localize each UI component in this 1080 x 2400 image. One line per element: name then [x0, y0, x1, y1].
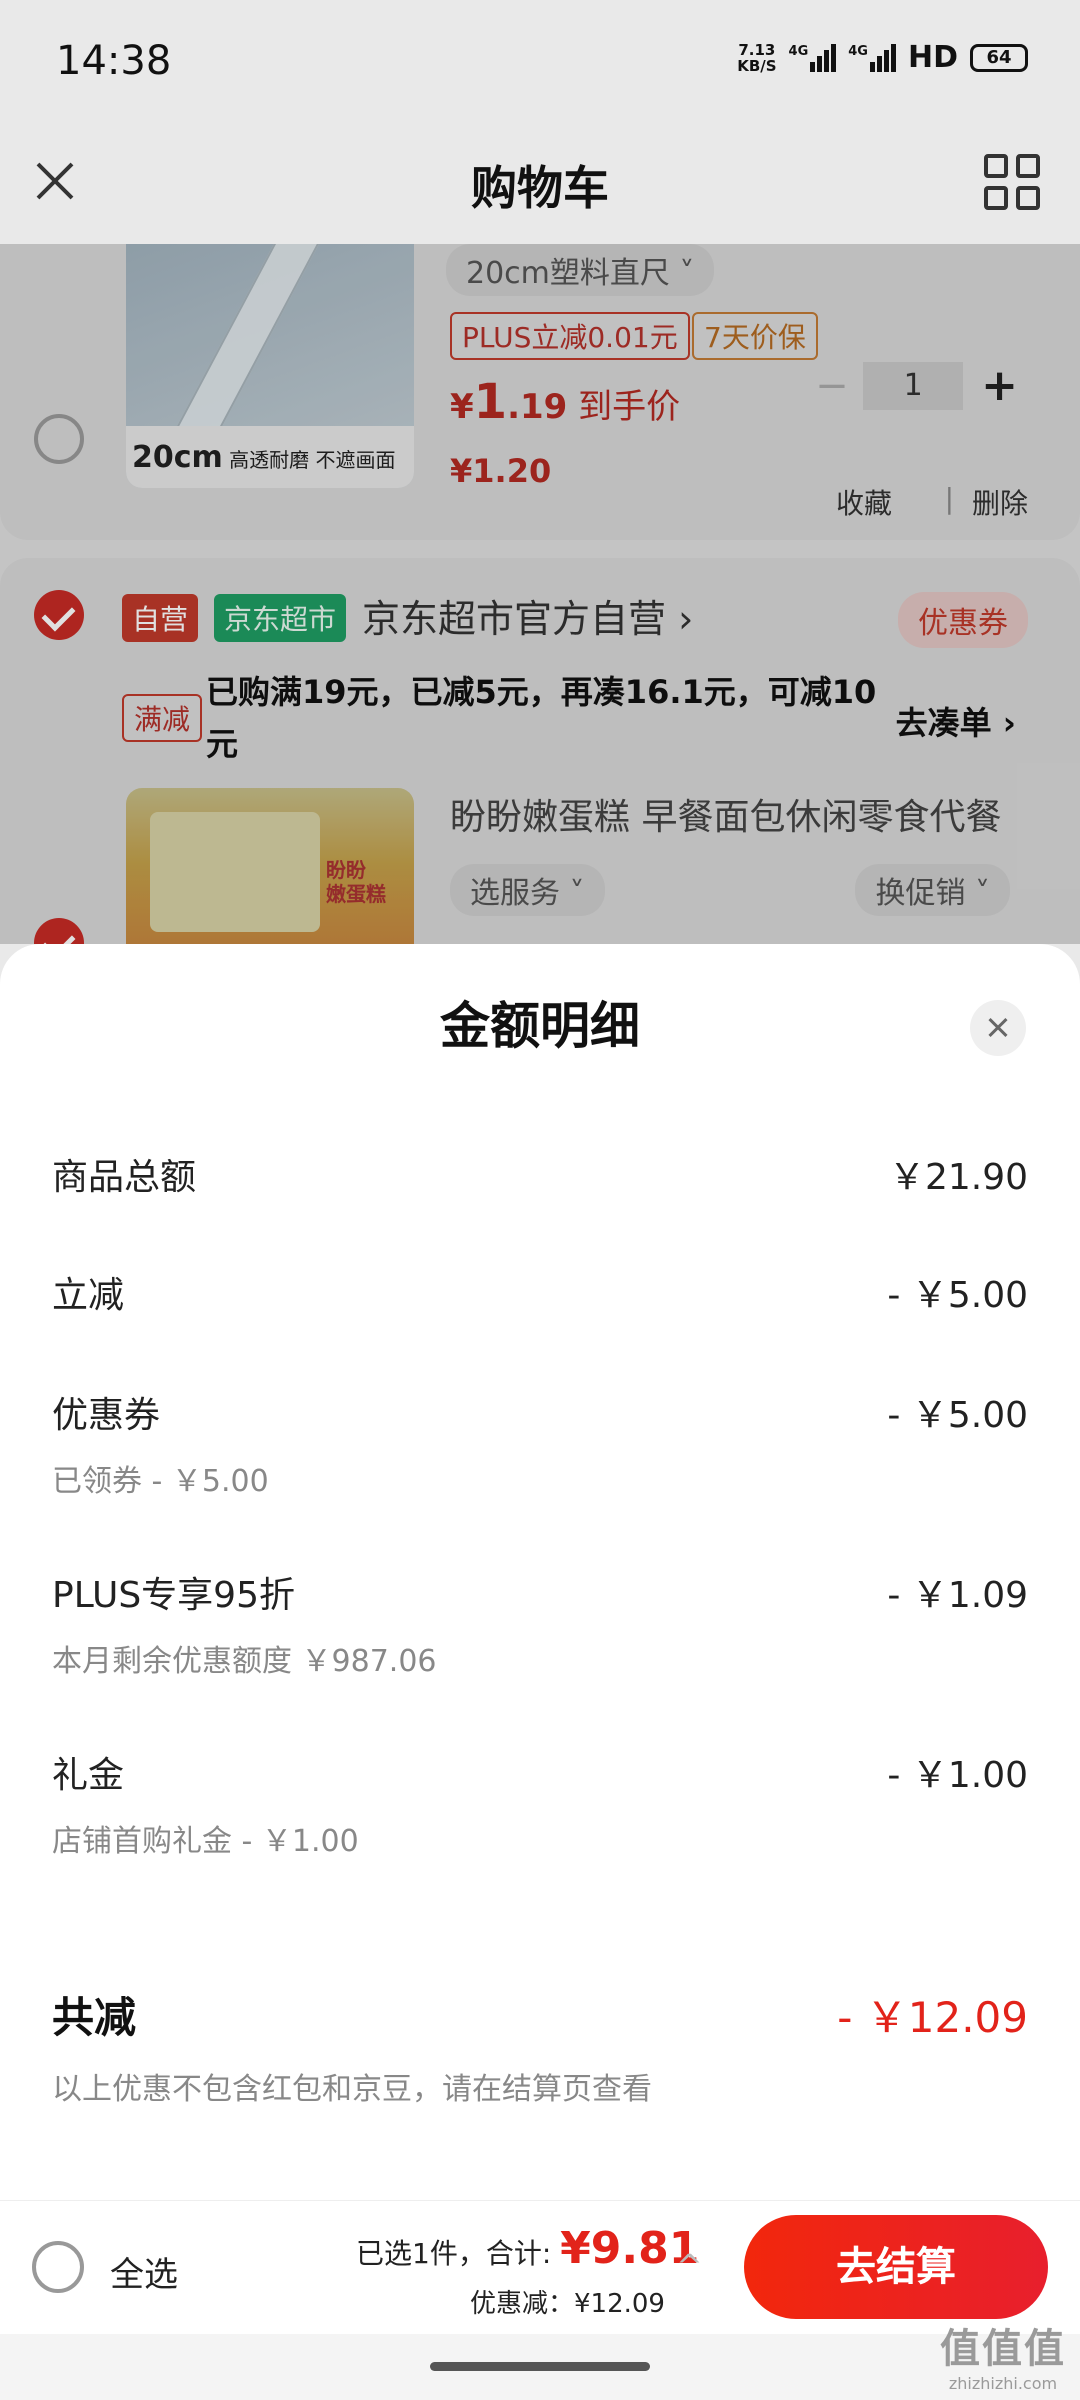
- app-header: 购物车: [0, 126, 1080, 244]
- select-all-radio[interactable]: [32, 2241, 84, 2293]
- home-indicator[interactable]: [430, 2362, 650, 2371]
- full-reduction-tag: 满减: [122, 694, 203, 742]
- network-speed-value: 7.13: [738, 40, 776, 59]
- total-note: 以上优惠不包含红包和京豆，请在结算页查看: [52, 2072, 652, 2107]
- discount-summary: 优惠减：¥12.09: [470, 2289, 665, 2319]
- final-price-int: 1: [473, 374, 508, 430]
- row-value: - ￥5.00: [887, 1275, 1028, 1316]
- row-value: - ￥5.00: [887, 1395, 1028, 1436]
- product-thumbnail-ruler[interactable]: 20cm 高透耐磨 不遮画面: [126, 244, 414, 488]
- row-sub: 已领券 - ￥5.00: [52, 1464, 269, 1499]
- status-icons: 7.13 KB/S 4G 4G HD 64: [737, 40, 1028, 75]
- select-all-label[interactable]: 全选: [110, 2247, 178, 2296]
- row-label: PLUS专享95折: [52, 1575, 295, 1616]
- plus-discount-tag: PLUS立减0.01元: [450, 312, 690, 360]
- final-price: ¥1.19 到手价: [450, 374, 680, 430]
- quantity-input[interactable]: 1: [863, 361, 964, 410]
- sheet-close-icon[interactable]: [970, 1000, 1026, 1056]
- chevron-up-icon[interactable]: ^: [676, 2247, 703, 2285]
- status-time: 14:38: [56, 38, 172, 84]
- add-on-link[interactable]: 去凑单 ›: [896, 698, 1016, 744]
- total-label: 共减: [52, 1993, 137, 2042]
- system-nav-bar: [0, 2334, 1080, 2400]
- original-price: ¥1.20: [450, 452, 552, 490]
- price-detail-sheet: 金额明细 商品总额 ￥21.90 立减 - ￥5.00 优惠券 - ￥5.00 …: [0, 944, 1080, 2200]
- selected-prefix: 已选1件，合计:: [356, 2237, 561, 2270]
- quantity-plus-button[interactable]: +: [981, 360, 1018, 411]
- thumb-label-cake: 盼盼 嫩蛋糕: [326, 858, 386, 906]
- product-thumbnail-cake[interactable]: 盼盼 嫩蛋糕: [126, 788, 414, 944]
- watermark-logo: 值值值: [940, 2326, 1066, 2372]
- final-price-dec: .19: [507, 387, 568, 427]
- row-value: - ￥1.00: [887, 1755, 1028, 1796]
- store-name-link[interactable]: 京东超市官方自营 ›: [362, 588, 693, 643]
- battery-icon: 64: [970, 43, 1028, 72]
- item-select-radio[interactable]: [34, 414, 84, 464]
- quantity-stepper: − 1 +: [815, 360, 1018, 411]
- thumb-caption-big: 20cm: [132, 440, 223, 475]
- page-title: 购物车: [471, 161, 609, 215]
- row-label: 优惠券: [52, 1395, 161, 1436]
- quantity-minus-button[interactable]: −: [815, 363, 849, 409]
- supermarket-badge: 京东超市: [214, 594, 347, 642]
- watermark-url: zhizhizhi.com: [948, 2374, 1058, 2393]
- network-speed-unit: KB/S: [737, 56, 777, 75]
- signal-icon-2: 4G: [848, 43, 896, 72]
- promo-text: 已购满19元，已减5元，再凑16.1元，可减10元: [206, 673, 877, 763]
- cart-list: 20cm 高透耐磨 不遮画面 20cm塑料直尺 ˅ PLUS立减0.01元 7天…: [0, 244, 1080, 944]
- signal-icon: 4G: [788, 43, 837, 72]
- row-label: 礼金: [52, 1755, 125, 1796]
- delete-button[interactable]: 删除: [972, 482, 1028, 522]
- item-select-radio-2[interactable]: [34, 918, 84, 944]
- row-value: - ￥1.09: [887, 1575, 1028, 1616]
- status-bar: 14:38 7.13 KB/S 4G 4G HD 64: [0, 0, 1080, 126]
- watermark: 值值值 zhizhizhi.com: [940, 2316, 1066, 2393]
- row-label: 立减: [52, 1275, 125, 1316]
- final-price-label: 到手价: [567, 387, 681, 427]
- network-type-label: 4G: [788, 43, 809, 59]
- product-name-cake[interactable]: 盼盼嫩蛋糕 早餐面包休闲零食代餐: [450, 788, 1001, 840]
- total-value: - ￥12.09: [837, 1993, 1028, 2042]
- favorite-button[interactable]: 收藏: [836, 482, 892, 522]
- thumb-caption-small: 高透耐磨 不遮画面: [222, 448, 396, 472]
- row-label: 商品总额: [52, 1157, 197, 1198]
- change-promo-button[interactable]: 换促销 ˅: [855, 864, 1010, 916]
- row-sub: 店铺首购礼金 - ￥1.00: [52, 1824, 359, 1859]
- selected-summary: 已选1件，合计: ¥9.81: [356, 2223, 699, 2274]
- price-protect-tag: 7天价保: [692, 312, 818, 360]
- store-group: 自营 京东超市 京东超市官方自营 › 优惠券 满减 已购满19元，已减5元，再凑…: [0, 558, 1080, 944]
- coupon-button[interactable]: 优惠券: [898, 592, 1028, 648]
- network-speed: 7.13 KB/S: [737, 42, 776, 74]
- row-value: ￥21.90: [888, 1157, 1028, 1198]
- checkout-button[interactable]: 去结算: [744, 2215, 1048, 2319]
- network-type-label-2: 4G: [848, 43, 868, 59]
- final-price-symbol: ¥: [450, 387, 474, 427]
- sheet-title: 金额明细: [440, 997, 640, 1055]
- checkout-bar: 全选 已选1件，合计: ¥9.81 优惠减：¥12.09 ^ 去结算: [0, 2200, 1080, 2334]
- store-select-radio[interactable]: [34, 590, 84, 640]
- row-sub: 本月剩余优惠额度 ￥987.06: [52, 1644, 437, 1679]
- self-operated-badge: 自营: [122, 594, 199, 642]
- grid-menu-icon[interactable]: [984, 154, 1040, 210]
- action-separator: |: [944, 482, 954, 515]
- product-spec-selector[interactable]: 20cm塑料直尺 ˅: [446, 244, 715, 296]
- select-service-button[interactable]: 选服务 ˅: [450, 864, 605, 916]
- cart-item-ruler: 20cm 高透耐磨 不遮画面 20cm塑料直尺 ˅ PLUS立减0.01元 7天…: [0, 244, 1080, 540]
- hd-indicator: HD: [907, 40, 958, 75]
